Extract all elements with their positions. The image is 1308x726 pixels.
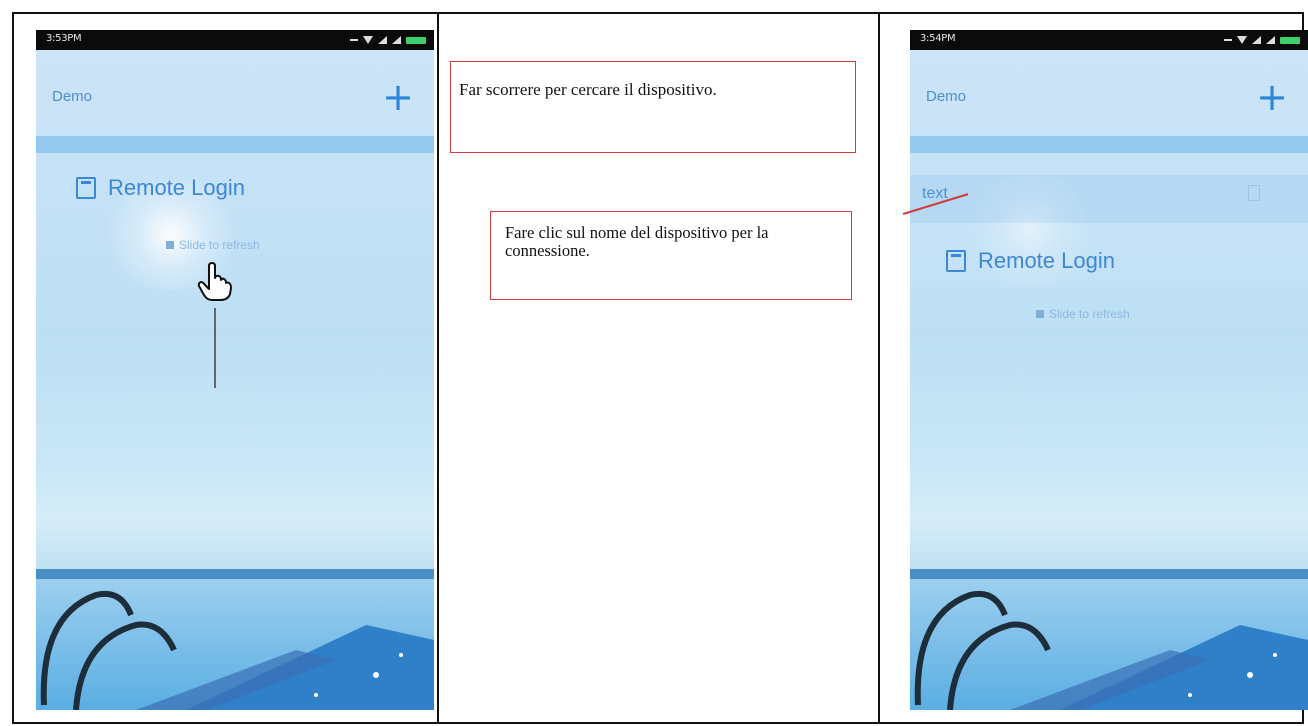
notification-icon xyxy=(350,39,358,41)
callout-click-text: Fare clic sul nome del dispositivo per l… xyxy=(505,223,769,260)
slide-hint-text: Slide to refresh xyxy=(1049,307,1130,321)
battery-icon xyxy=(1280,36,1300,44)
pool-image xyxy=(910,569,1308,710)
device-icon xyxy=(946,250,966,272)
edit-icon[interactable] xyxy=(1248,185,1260,201)
add-device-button[interactable]: + xyxy=(382,78,414,116)
notification-icon xyxy=(1224,39,1232,41)
app-title: Demo xyxy=(926,88,967,105)
slide-hint-text: Slide to refresh xyxy=(179,238,260,252)
device-name: Remote Login xyxy=(978,248,1115,273)
device-list-item[interactable]: Remote Login xyxy=(76,175,245,201)
refresh-icon xyxy=(166,241,174,249)
status-bar: 3:53PM xyxy=(36,30,434,50)
column-divider xyxy=(878,12,880,724)
app-bar: Demo + xyxy=(36,50,434,136)
slide-to-refresh-hint: Slide to refresh xyxy=(1036,307,1130,321)
wifi-icon xyxy=(1237,36,1247,44)
phone-screenshot-left: 3:53PM Demo + Remote Login Slide to refr… xyxy=(36,30,434,710)
device-list-item[interactable]: Remote Login xyxy=(946,248,1115,274)
slide-to-refresh-hint: Slide to refresh xyxy=(166,238,260,252)
app-bar: Demo + xyxy=(910,50,1308,136)
callout-click-instruction: Fare clic sul nome del dispositivo per l… xyxy=(490,211,852,300)
battery-icon xyxy=(406,36,426,44)
header-band xyxy=(910,136,1308,153)
phone-screenshot-right: 3:54PM Demo + text Remote Login Slide to… xyxy=(910,30,1308,710)
add-device-button[interactable]: + xyxy=(1256,78,1288,116)
device-icon xyxy=(76,177,96,199)
signal-icon xyxy=(392,36,401,44)
callout-slide-instruction: Far scorrere per cercare il dispositivo. xyxy=(450,61,856,153)
swipe-guide-line xyxy=(214,308,216,388)
signal-icon xyxy=(378,36,387,44)
refresh-icon xyxy=(1036,310,1044,318)
app-title: Demo xyxy=(52,88,93,105)
status-bar: 3:54PM xyxy=(910,30,1308,50)
status-icons xyxy=(350,35,426,45)
header-band xyxy=(36,136,434,153)
status-time: 3:54PM xyxy=(920,33,956,44)
column-divider xyxy=(437,12,439,724)
signal-icon xyxy=(1266,36,1275,44)
wifi-icon xyxy=(363,36,373,44)
text-list-item[interactable]: text xyxy=(910,175,1308,223)
pointing-hand-icon xyxy=(197,262,232,301)
status-time: 3:53PM xyxy=(46,33,82,44)
callout-slide-text: Far scorrere per cercare il dispositivo. xyxy=(459,80,717,99)
device-name: Remote Login xyxy=(108,175,245,200)
signal-icon xyxy=(1252,36,1261,44)
pool-image xyxy=(36,569,434,710)
status-icons xyxy=(1224,35,1300,45)
